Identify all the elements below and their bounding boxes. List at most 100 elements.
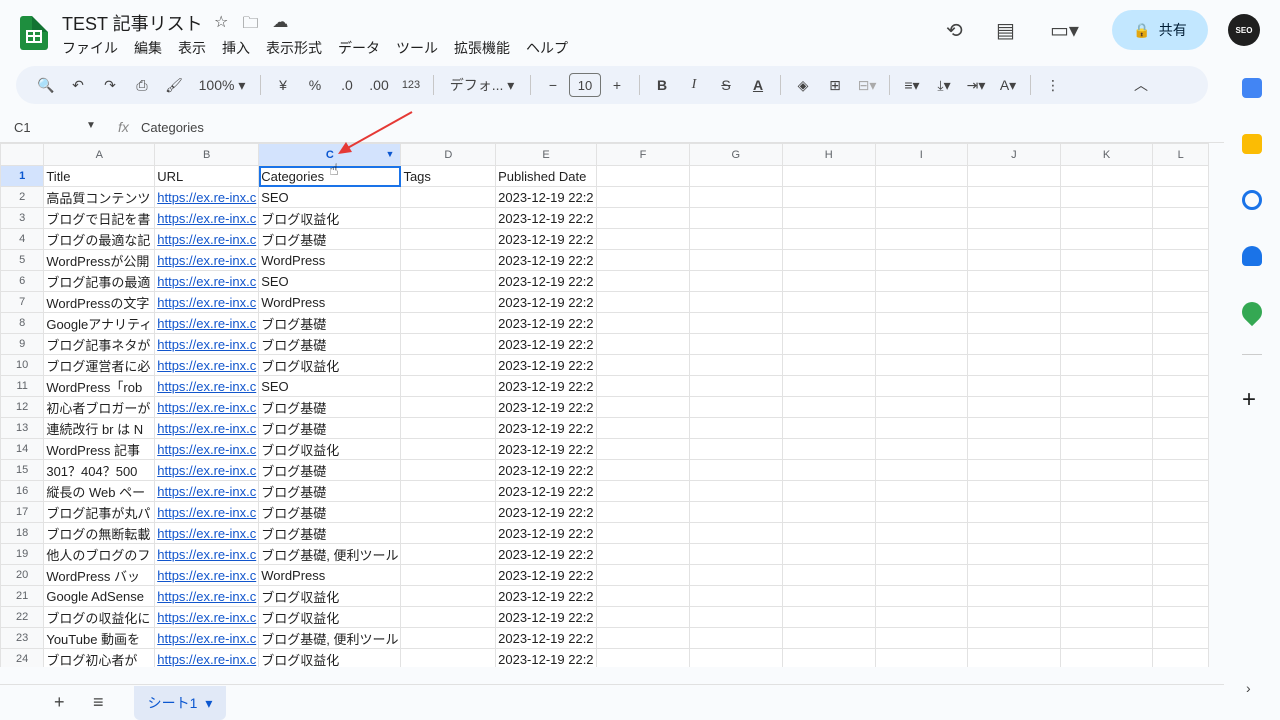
table-cell[interactable]: YouTube 動画を <box>43 627 156 649</box>
empty-cell[interactable] <box>1059 291 1154 313</box>
table-cell[interactable]: ブログ基礎 <box>258 459 402 481</box>
sheet-tab[interactable]: シート1 ▾ <box>134 686 226 720</box>
row-header[interactable]: 4 <box>0 228 45 250</box>
borders-icon[interactable]: ⊞ <box>819 71 851 99</box>
empty-cell[interactable] <box>781 543 876 565</box>
table-cell[interactable]: ブログ記事ネタが <box>43 333 156 355</box>
empty-cell[interactable] <box>781 207 876 229</box>
url-link[interactable]: https://ex.re-inx.c <box>157 232 256 247</box>
empty-cell[interactable] <box>688 249 783 271</box>
empty-cell[interactable] <box>1152 501 1209 523</box>
table-cell[interactable]: WordPress 記事 <box>43 438 156 460</box>
empty-cell[interactable] <box>967 291 1061 313</box>
empty-cell[interactable] <box>781 417 876 439</box>
empty-cell[interactable] <box>1152 459 1209 481</box>
empty-cell[interactable] <box>596 375 690 397</box>
table-cell[interactable] <box>400 459 497 481</box>
table-cell[interactable] <box>400 564 497 586</box>
table-cell[interactable]: 縦長の Web ペー <box>43 480 156 502</box>
empty-cell[interactable] <box>1059 249 1154 271</box>
currency-format-button[interactable]: ¥ <box>267 71 299 99</box>
empty-cell[interactable] <box>1152 564 1209 586</box>
table-cell[interactable]: ブログの収益化に <box>43 606 156 628</box>
url-link[interactable]: https://ex.re-inx.c <box>157 631 256 646</box>
column-header[interactable]: A <box>43 143 156 166</box>
empty-cell[interactable] <box>688 228 783 250</box>
empty-cell[interactable] <box>1152 417 1209 439</box>
empty-cell[interactable] <box>874 627 969 649</box>
table-cell[interactable]: SEO <box>258 375 402 397</box>
table-cell[interactable]: 2023-12-19 22:2 <box>495 228 598 250</box>
empty-cell[interactable] <box>1059 564 1154 586</box>
url-link[interactable]: https://ex.re-inx.c <box>157 442 256 457</box>
font-size-input[interactable]: 10 <box>569 73 601 97</box>
table-cell[interactable] <box>400 207 497 229</box>
table-cell[interactable]: 2023-12-19 22:2 <box>495 585 598 607</box>
table-cell[interactable]: 2023-12-19 22:2 <box>495 606 598 628</box>
empty-cell[interactable] <box>596 543 690 565</box>
empty-cell[interactable] <box>596 333 690 355</box>
url-link[interactable]: https://ex.re-inx.c <box>157 253 256 268</box>
row-header[interactable]: 16 <box>0 480 45 502</box>
table-cell[interactable]: ブログ基礎, 便利ツール <box>258 627 402 649</box>
empty-cell[interactable] <box>967 375 1061 397</box>
table-cell[interactable] <box>400 606 497 628</box>
row-header[interactable]: 14 <box>0 438 45 460</box>
empty-cell[interactable] <box>967 480 1061 502</box>
menu-item[interactable]: 編集 <box>134 38 162 58</box>
empty-cell[interactable] <box>967 249 1061 271</box>
table-cell[interactable]: ブログの最適な記 <box>43 228 156 250</box>
empty-cell[interactable] <box>874 606 969 628</box>
url-link[interactable]: https://ex.re-inx.c <box>157 547 256 562</box>
search-menu-icon[interactable]: 🔍 <box>30 71 62 99</box>
url-cell[interactable]: https://ex.re-inx.c <box>154 501 260 523</box>
url-cell[interactable]: https://ex.re-inx.c <box>154 627 260 649</box>
table-cell[interactable]: WordPressが公開 <box>43 249 156 271</box>
calendar-icon[interactable] <box>1242 78 1262 98</box>
name-box-dropdown-icon[interactable]: ▼ <box>86 120 96 131</box>
table-cell[interactable] <box>400 627 497 649</box>
empty-cell[interactable] <box>967 627 1061 649</box>
formula-input[interactable]: Categories <box>141 120 204 135</box>
column-header[interactable]: F <box>596 143 690 166</box>
url-cell[interactable]: https://ex.re-inx.c <box>154 291 260 313</box>
expand-panel-icon[interactable]: › <box>1246 680 1251 696</box>
menu-item[interactable]: 拡張機能 <box>454 38 510 58</box>
row-header[interactable]: 2 <box>0 186 45 208</box>
empty-cell[interactable] <box>1059 459 1154 481</box>
url-cell[interactable]: https://ex.re-inx.c <box>154 186 260 208</box>
table-cell[interactable]: 2023-12-19 22:2 <box>495 480 598 502</box>
sheets-logo[interactable] <box>20 16 48 50</box>
font-select[interactable]: デフォ... ▾ <box>440 71 524 99</box>
zoom-select[interactable]: 100% ▾ <box>190 71 254 99</box>
empty-cell[interactable] <box>781 312 876 334</box>
table-cell[interactable] <box>400 648 497 667</box>
empty-cell[interactable] <box>781 186 876 208</box>
empty-cell[interactable] <box>967 270 1061 292</box>
empty-cell[interactable] <box>1059 186 1154 208</box>
empty-cell[interactable] <box>596 501 690 523</box>
url-link[interactable]: https://ex.re-inx.c <box>157 358 256 373</box>
strikethrough-button[interactable]: S <box>710 71 742 99</box>
empty-cell[interactable] <box>688 354 783 376</box>
empty-cell[interactable] <box>781 480 876 502</box>
row-header[interactable]: 21 <box>0 585 45 607</box>
column-header[interactable]: L <box>1152 143 1209 166</box>
empty-cell[interactable] <box>1059 354 1154 376</box>
empty-cell[interactable] <box>874 564 969 586</box>
table-cell[interactable] <box>400 480 497 502</box>
empty-cell[interactable] <box>967 606 1061 628</box>
menu-item[interactable]: ツール <box>396 38 438 58</box>
empty-cell[interactable] <box>688 564 783 586</box>
empty-cell[interactable] <box>1152 522 1209 544</box>
table-cell[interactable]: ブログ基礎 <box>258 501 402 523</box>
star-icon[interactable]: ☆ <box>214 12 228 39</box>
empty-cell[interactable] <box>1059 417 1154 439</box>
empty-cell[interactable] <box>874 522 969 544</box>
empty-cell[interactable] <box>596 522 690 544</box>
empty-cell[interactable] <box>1059 207 1154 229</box>
table-cell[interactable]: ブログ基礎 <box>258 333 402 355</box>
empty-cell[interactable] <box>967 438 1061 460</box>
table-cell[interactable]: Google AdSense <box>43 585 156 607</box>
meet-icon[interactable]: ▭▾ <box>1050 18 1079 43</box>
